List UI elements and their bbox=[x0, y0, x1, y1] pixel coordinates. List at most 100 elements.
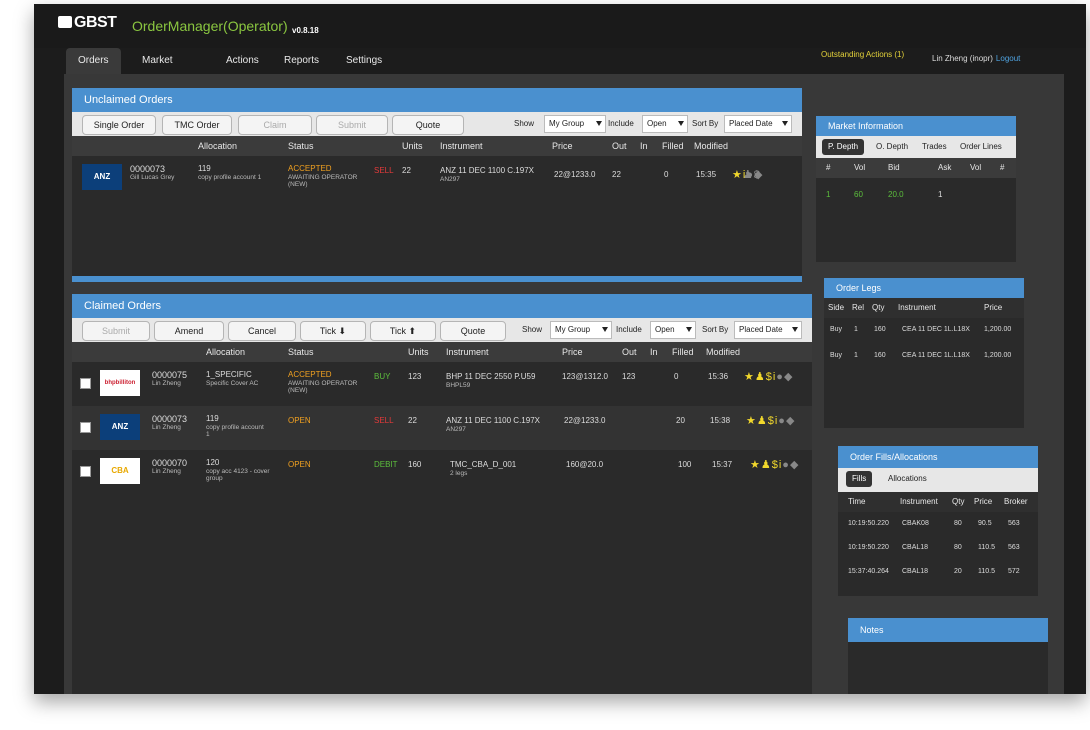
horizontal-scrollbar[interactable] bbox=[72, 276, 802, 282]
instrument: TMC_CBA_D_001 bbox=[450, 460, 517, 469]
col-out: Out bbox=[612, 141, 627, 151]
tick-down-button[interactable]: Tick ⬇ bbox=[300, 321, 366, 341]
units: 160 bbox=[408, 460, 422, 469]
depth-bid: 20.0 bbox=[888, 190, 904, 199]
submit-button[interactable]: Submit bbox=[82, 321, 150, 341]
filled: 0 bbox=[674, 372, 679, 381]
outstanding-actions-link[interactable]: Outstanding Actions (1) bbox=[821, 50, 904, 59]
tab-orders[interactable]: Orders bbox=[66, 48, 121, 74]
status-detail: AWAITING OPERATOR (NEW) bbox=[288, 380, 358, 394]
depth-row[interactable]: 1 60 20.0 1 bbox=[816, 178, 1016, 208]
claim-button[interactable]: Claim bbox=[238, 115, 312, 135]
claimed-toolbar: Submit Amend Cancel Tick ⬇ Tick ⬆ Quote … bbox=[72, 318, 812, 342]
side: SELL bbox=[374, 166, 394, 175]
row-checkbox[interactable] bbox=[80, 422, 91, 433]
col-qty: Qty bbox=[872, 303, 885, 312]
col-status: Status bbox=[288, 347, 314, 357]
logout-link[interactable]: Logout bbox=[996, 54, 1020, 63]
show-value: My Group bbox=[549, 119, 585, 128]
cancel-button[interactable]: Cancel bbox=[228, 321, 296, 341]
col-instrument: Instrument bbox=[898, 303, 936, 312]
single-order-button[interactable]: Single Order bbox=[82, 115, 156, 135]
quote-button[interactable]: Quote bbox=[392, 115, 464, 135]
bhp-logo: bhpbilliton bbox=[100, 370, 140, 396]
fill-row[interactable]: 15:37:40.264 CBAL18 20 110.5 572 bbox=[838, 560, 1038, 584]
modified: 15:37 bbox=[712, 460, 733, 469]
anz-logo: ANZ bbox=[100, 414, 140, 440]
tab-market-data[interactable]: Market Data bbox=[130, 48, 185, 92]
table-row[interactable]: bhpbilliton 0000075 Lin Zheng 1_SPECIFIC… bbox=[72, 362, 812, 406]
market-tabs: P. Depth O. Depth Trades Order Lines bbox=[816, 136, 1016, 158]
row-action-icons[interactable]: ★♟$i●◆ bbox=[732, 168, 762, 181]
table-row[interactable]: ANZ 0000073 Lin Zheng 119 copy profile a… bbox=[72, 406, 812, 450]
tab-actions[interactable]: Actions bbox=[214, 48, 271, 74]
leg-side: Buy bbox=[830, 326, 843, 333]
tab-fills[interactable]: Fills bbox=[846, 471, 873, 487]
market-column-header: # Vol Bid Ask Vol # bbox=[816, 158, 1016, 178]
fill-price: 110.5 bbox=[978, 568, 995, 575]
show-select[interactable]: My Group bbox=[550, 321, 612, 339]
table-row[interactable]: CBA 0000070 Lin Zheng 120 copy acc 4123 … bbox=[72, 450, 812, 494]
col-price: Price bbox=[984, 303, 1003, 312]
order-id: 0000073 bbox=[152, 414, 188, 424]
allocation: 119 bbox=[206, 414, 219, 423]
fill-row[interactable]: 10:19:50.220 CBAK08 80 90.5 563 bbox=[838, 512, 1038, 536]
price: 123@1312.0 bbox=[562, 372, 608, 381]
row-action-icons[interactable]: ★♟$i●◆ bbox=[750, 458, 798, 471]
tab-allocations[interactable]: Allocations bbox=[882, 471, 933, 487]
amend-button[interactable]: Amend bbox=[154, 321, 224, 341]
order-id: 0000070 bbox=[152, 458, 188, 468]
client-name: Lin Zheng bbox=[152, 380, 181, 387]
show-select[interactable]: My Group bbox=[544, 115, 606, 133]
row-checkbox[interactable] bbox=[80, 378, 91, 389]
instrument-code: AN297 bbox=[440, 176, 460, 183]
chevron-down-icon bbox=[596, 121, 602, 126]
tab-o-depth[interactable]: O. Depth bbox=[870, 139, 914, 155]
col-num-ask: # bbox=[1000, 163, 1005, 172]
fill-broker: 563 bbox=[1008, 520, 1020, 527]
fill-instrument: CBAK08 bbox=[902, 520, 929, 527]
allocation-detail: Specific Cover AC bbox=[206, 380, 259, 387]
leg-price: 1,200.00 bbox=[984, 352, 1012, 359]
show-label: Show bbox=[522, 325, 543, 334]
sort-select[interactable]: Placed Date bbox=[724, 115, 792, 133]
include-select[interactable]: Open bbox=[642, 115, 688, 133]
show-label: Show bbox=[514, 119, 535, 128]
status-detail: AWAITING OPERATOR (NEW) bbox=[288, 174, 358, 188]
fill-row[interactable]: 10:19:50.220 CBAL18 80 110.5 563 bbox=[838, 536, 1038, 560]
side: DEBIT bbox=[374, 460, 398, 469]
price: 22@1233.0 bbox=[554, 170, 596, 179]
tab-p-depth[interactable]: P. Depth bbox=[822, 139, 865, 155]
tab-reports[interactable]: Reports bbox=[272, 48, 331, 74]
tab-settings[interactable]: Settings bbox=[334, 48, 394, 74]
fill-time: 15:37:40.264 bbox=[848, 568, 889, 575]
tab-trades[interactable]: Trades bbox=[916, 139, 953, 155]
row-checkbox[interactable] bbox=[80, 466, 91, 477]
submit-button[interactable]: Submit bbox=[316, 115, 388, 135]
include-label: Include bbox=[608, 119, 634, 128]
client-name: Gill Lucas Grey bbox=[130, 174, 175, 181]
tick-up-button[interactable]: Tick ⬆ bbox=[370, 321, 436, 341]
col-vol-ask: Vol bbox=[970, 163, 982, 172]
leg-price: 1,200.00 bbox=[984, 326, 1012, 333]
fill-qty: 80 bbox=[954, 520, 962, 527]
quote-button[interactable]: Quote bbox=[440, 321, 506, 341]
col-price: Price bbox=[562, 347, 583, 357]
col-broker: Broker bbox=[1004, 497, 1028, 506]
sort-label: Sort By bbox=[702, 325, 729, 334]
tmc-order-button[interactable]: TMC Order bbox=[162, 115, 232, 135]
sort-select[interactable]: Placed Date bbox=[734, 321, 802, 339]
leg-row[interactable]: Buy 1 160 CEA 11 DEC 1L.L18X 1,200.00 bbox=[824, 344, 1024, 370]
out: 22 bbox=[612, 170, 621, 179]
allocation: 119 bbox=[198, 164, 211, 173]
col-bid: Bid bbox=[888, 163, 900, 172]
include-select[interactable]: Open bbox=[650, 321, 696, 339]
chevron-down-icon bbox=[678, 121, 684, 126]
row-action-icons[interactable]: ★♟$i●◆ bbox=[744, 370, 792, 383]
tab-order-lines[interactable]: Order Lines bbox=[954, 139, 1008, 155]
leg-qty: 160 bbox=[874, 326, 886, 333]
leg-row[interactable]: Buy 1 160 CEA 11 DEC 1L.L18X 1,200.00 bbox=[824, 318, 1024, 344]
client-name: Lin Zheng bbox=[152, 424, 181, 431]
row-action-icons[interactable]: ★♟$i●◆ bbox=[746, 414, 794, 427]
table-row[interactable]: ANZ 0000073 Gill Lucas Grey 119 copy pro… bbox=[72, 156, 802, 200]
